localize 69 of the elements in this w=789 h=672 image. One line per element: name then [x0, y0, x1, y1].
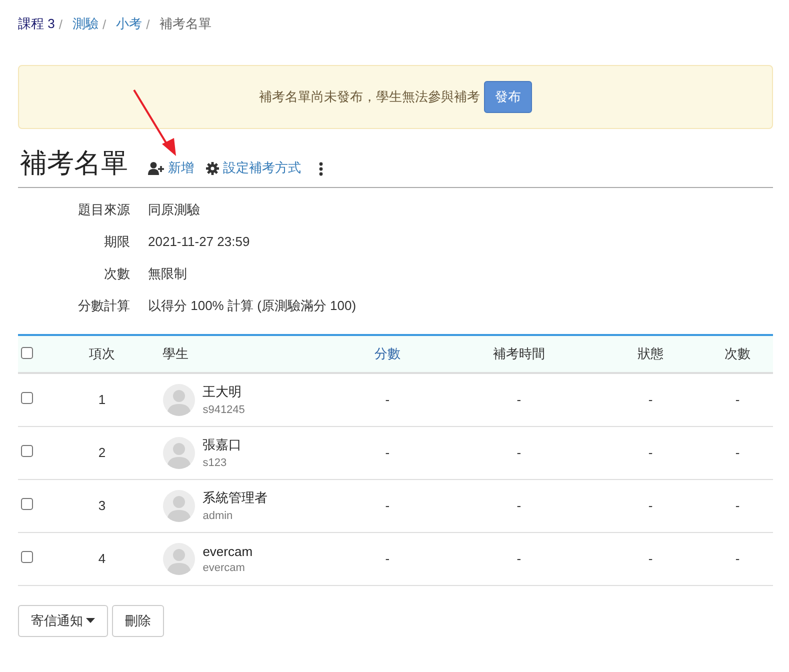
add-button[interactable]: 新增 — [148, 159, 194, 179]
student-account: s123 — [202, 457, 228, 469]
publish-button[interactable]: 發布 — [484, 81, 532, 113]
row-checkbox[interactable] — [21, 498, 33, 510]
column-header: 補考時間 — [492, 346, 545, 361]
select-all-checkbox[interactable] — [21, 346, 33, 358]
more-icon — [319, 162, 323, 176]
info-label: 次數 — [103, 265, 130, 282]
avatar-icon — [162, 436, 195, 468]
info-label: 期限 — [103, 233, 130, 250]
info-value: 以得分 100% 計算 (原測驗滿分 100) — [148, 297, 356, 314]
page-title: 補考名單 — [20, 147, 128, 179]
table-cell: - — [516, 498, 522, 513]
breadcrumb-separator: / — [58, 16, 62, 32]
student-account: evercam — [202, 562, 246, 574]
table-cell: - — [516, 551, 522, 566]
info-label: 題目來源 — [77, 201, 130, 218]
info-value: 2021-11-27 23:59 — [148, 233, 250, 250]
table-cell: - — [648, 445, 653, 460]
settings-icon — [206, 162, 219, 174]
table-cell: - — [648, 392, 653, 408]
avatar-icon — [162, 542, 195, 574]
table-cell: - — [735, 445, 740, 460]
delete-button[interactable]: 刪除 — [112, 604, 164, 636]
table-cell: - — [385, 498, 390, 513]
student-account: s941245 — [202, 404, 245, 416]
avatar-icon — [162, 384, 195, 416]
row-checkbox[interactable] — [21, 445, 33, 457]
column-header: 狀態 — [637, 346, 664, 361]
table-cell: 2 — [98, 445, 106, 460]
student-name: evercam — [202, 544, 253, 558]
table-cell: - — [385, 392, 390, 408]
notify-dropdown-button[interactable]: 寄信通知 — [18, 604, 108, 636]
info-value: 同原測驗 — [148, 201, 200, 218]
table-cell: - — [385, 445, 390, 460]
table-cell: 1 — [98, 392, 106, 408]
table-cell: - — [385, 551, 390, 566]
table-cell: 4 — [98, 551, 106, 566]
student-name: 王大明 — [202, 383, 243, 402]
info-value: 無限制 — [148, 265, 187, 282]
student-name: 系統管理者 — [202, 489, 268, 507]
column-header: 學生 — [162, 346, 189, 361]
breadcrumb-separator: / — [102, 16, 106, 32]
column-header: 項次 — [88, 346, 115, 361]
breadcrumb-separator: / — [146, 16, 150, 32]
row-checkbox[interactable] — [21, 551, 33, 563]
avatar-icon — [162, 490, 195, 522]
breadcrumb-current: 補考名單 — [160, 15, 212, 33]
breadcrumb-link[interactable]: 小考 — [116, 15, 142, 33]
table-cell: 3 — [98, 498, 106, 513]
breadcrumb-link[interactable]: 測驗 — [72, 15, 98, 33]
info-label: 分數計算 — [77, 297, 130, 314]
column-header: 次數 — [724, 346, 751, 361]
table-cell: - — [648, 551, 653, 566]
add-user-icon — [148, 162, 164, 174]
student-account: admin — [202, 510, 234, 522]
alert-message: 補考名單尚未發布，學生無法參與補考 — [259, 88, 480, 106]
caret-icon — [86, 618, 95, 623]
table-cell: - — [735, 392, 740, 408]
row-checkbox[interactable] — [21, 392, 33, 404]
table-cell: - — [648, 498, 653, 513]
table-cell: - — [735, 498, 740, 513]
settings-button[interactable]: 設定補考方式 — [206, 159, 301, 179]
column-header[interactable]: 分數 — [374, 346, 400, 361]
table-cell: - — [516, 445, 522, 460]
table-cell: - — [735, 551, 740, 566]
table-cell: - — [516, 392, 522, 408]
student-name: 張嘉口 — [202, 436, 242, 454]
breadcrumb-link[interactable]: 課程 3 — [18, 15, 55, 33]
